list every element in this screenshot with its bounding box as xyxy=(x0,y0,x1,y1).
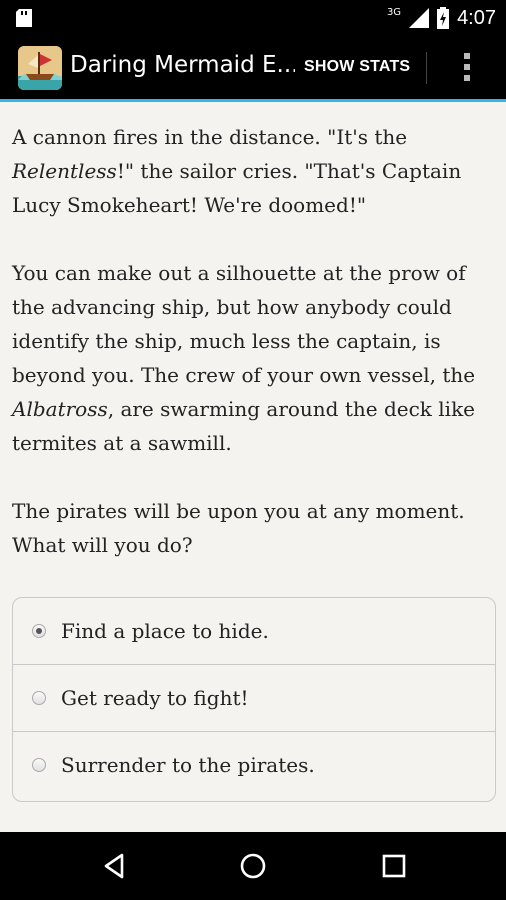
home-icon[interactable] xyxy=(235,848,271,884)
choice-option[interactable]: Find a place to hide. xyxy=(13,598,495,665)
story-text-segment: A cannon fires in the distance. "It's th… xyxy=(12,125,408,149)
choice-list: Find a place to hide. Get ready to fight… xyxy=(12,597,496,802)
app-title: Daring Mermaid E... xyxy=(70,52,295,78)
status-bar: 3G 4:07 xyxy=(0,0,506,36)
sd-card-icon xyxy=(16,9,32,27)
radio-button-checked[interactable] xyxy=(32,624,46,638)
choice-label: Surrender to the pirates. xyxy=(61,753,315,777)
choice-option[interactable]: Get ready to fight! xyxy=(13,665,495,732)
story-text-segment: You can make out a silhouette at the pro… xyxy=(12,261,476,387)
choice-option[interactable]: Surrender to the pirates. xyxy=(13,732,495,798)
navigation-bar xyxy=(0,832,506,900)
story-paragraph: The pirates will be upon you at any mome… xyxy=(12,499,465,557)
recent-apps-icon[interactable] xyxy=(376,848,412,884)
choice-label: Get ready to fight! xyxy=(61,686,249,710)
story-paragraph: You can make out a silhouette at the pro… xyxy=(12,256,498,460)
network-type-label: 3G xyxy=(386,6,402,18)
radio-button[interactable] xyxy=(32,758,46,772)
clock: 4:07 xyxy=(457,6,496,29)
back-icon[interactable] xyxy=(96,848,132,884)
ship-name-relentless: Relentless xyxy=(12,159,117,183)
action-bar-accent-line xyxy=(0,99,506,102)
radio-button[interactable] xyxy=(32,691,46,705)
overflow-menu-icon[interactable] xyxy=(455,50,479,86)
story-text: A cannon fires in the distance. "It's th… xyxy=(12,120,498,596)
battery-icon xyxy=(437,7,450,29)
signal-icon xyxy=(409,8,430,28)
story-paragraph: A cannon fires in the distance. "It's th… xyxy=(12,120,498,222)
ship-name-albatross: Albatross xyxy=(12,397,108,421)
action-bar-divider xyxy=(426,52,427,84)
choice-label: Find a place to hide. xyxy=(61,619,269,643)
app-logo-icon[interactable] xyxy=(18,46,62,90)
show-stats-button[interactable]: SHOW STATS xyxy=(304,58,410,76)
